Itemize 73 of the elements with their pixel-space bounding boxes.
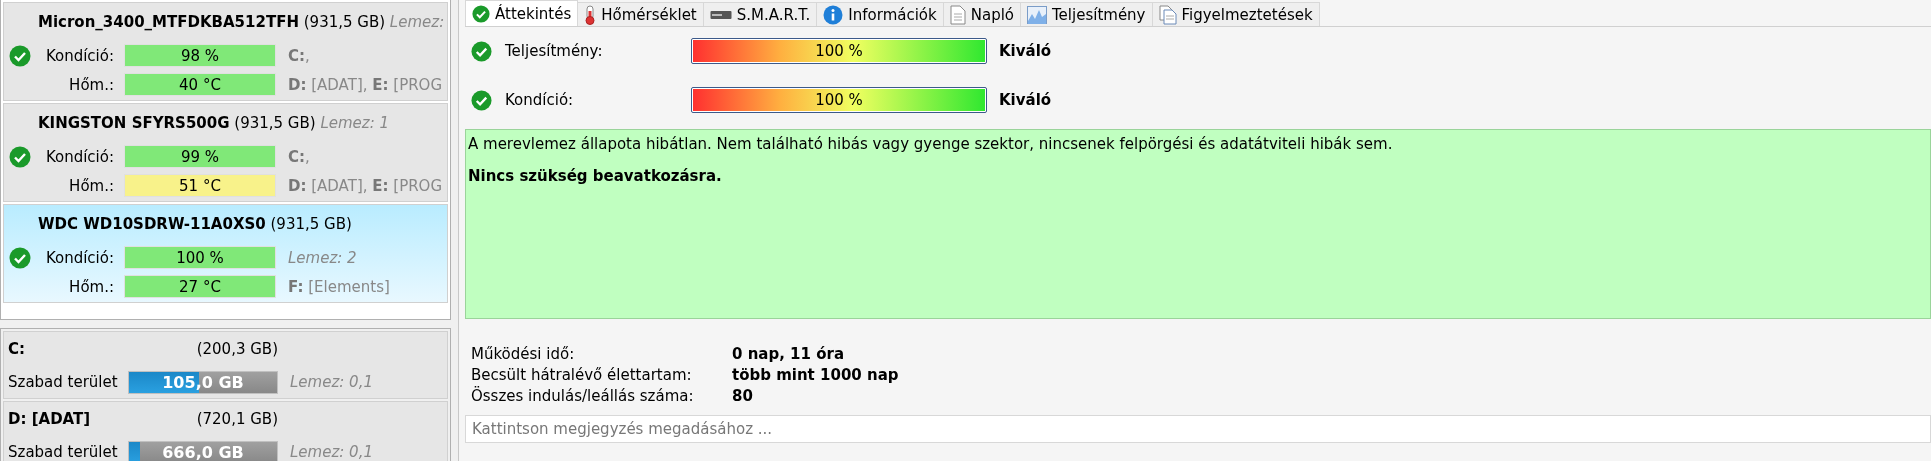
temperature-bar: 27 °C [124,275,276,298]
disk-number: Lemez: [389,13,445,31]
condition-label: Kondíció: [44,147,115,166]
tab[interactable]: S.M.A.R.T. [702,2,818,26]
status-advice: Nincs szükség beavatkozásra. [468,166,723,186]
document-icon [949,4,966,25]
partition-size: (720,1 GB) [195,410,278,428]
tab[interactable]: Áttekintés [465,0,579,26]
disk-name: Micron_3400_MTFDKBA512TFH [38,13,299,31]
condition-label: Kondíció: [44,46,115,65]
drive-letters: F: [Elements] [287,277,391,296]
stat-value: 0 nap, 11 óra [732,345,846,363]
check-icon [471,89,492,111]
partition-name: C: [7,340,26,358]
disk-card[interactable]: KINGSTON SFYRS500G (931,5 GB) Lemez: 1 Kondíció: 99 % C:, Hőm.: 51 °C D: [ADAT], E: [PROG [3,103,448,202]
tab[interactable]: Információk [816,2,944,26]
check-icon [471,40,492,62]
stat-value: 80 [732,387,754,405]
check-icon [9,246,31,269]
temperature-label: Hőm.: [68,277,115,296]
stat-label: Összes indulás/leállás száma: [471,387,695,405]
status-message: A merevlemez állapota hibátlan. Nem található hibás vagy gyenge szektor, nincsenek felpörgési és adatátviteli hibák sem. [468,134,1394,154]
documents-icon [1158,4,1177,25]
thermometer-icon [584,4,597,25]
disk-size: (931,5 GB) [270,215,352,233]
chart-icon [1027,5,1047,24]
drive-letters: D: [ADAT], E: [PROG [287,75,444,94]
partition-size: (200,3 GB) [195,340,278,358]
temperature-bar: 51 °C [124,174,276,197]
drive-letters: D: [ADAT], E: [PROG [287,176,444,195]
disk-number: Lemez: 1 [320,114,390,132]
score-rating: Kiváló [998,42,1053,60]
disk-card[interactable]: WDC WD10SDRW-11A0XS0 (931,5 GB) Kondíció: 100 % Lemez: 2 Hőm.: 27 °C F: [Elements] [3,204,448,303]
disk-number: Lemez: 0,1 [289,373,374,391]
free-space-label: Szabad terület [7,443,119,461]
temperature-label: Hőm.: [68,176,115,195]
info-icon [823,4,844,25]
condition-bar: 100 % [124,246,276,269]
metric-label: Kondíció: [505,91,575,109]
drive-icon [709,9,732,20]
metric-label: Teljesítmény: [505,42,604,60]
score-reading: 100 % [815,91,863,109]
free-space-label: Szabad terület [7,373,119,391]
tab[interactable]: Hőmérséklet [577,2,704,26]
disk-size: (931,5 GB) [234,114,316,132]
disk-card[interactable]: Micron_3400_MTFDKBA512TFH (931,5 GB) Lemez: Kondíció: 98 % C:, Hőm.: 40 °C D: [ADAT], E: [PROG [3,2,448,101]
drive-letters: C:, [287,147,311,166]
check-icon [9,44,31,67]
free-space-value: 105,0 GB [162,372,244,392]
tab[interactable]: Teljesítmény [1020,2,1153,26]
disk-size: (931,5 GB) [303,13,386,31]
stat-label: Működési idő: [471,345,576,363]
temperature-bar: 40 °C [124,73,276,96]
free-space-value: 666,0 GB [162,442,244,461]
disk-number: Lemez: 0,1 [289,443,374,461]
disk-number: Lemez: 2 [287,248,358,267]
disk-name: WDC WD10SDRW-11A0XS0 [38,215,266,233]
score-rating: Kiváló [998,91,1053,109]
partition-name: D: [ADAT] [7,410,92,428]
disk-name: KINGSTON SFYRS500G [38,114,230,132]
check-icon [472,4,490,23]
stat-label: Becsült hátralévő élettartam: [471,366,693,384]
note-field[interactable]: Kattintson megjegyzés megadásához ... [465,415,1931,443]
condition-bar: 98 % [124,44,276,67]
drive-letters: C:, [287,46,311,65]
temperature-label: Hőm.: [68,75,115,94]
condition-label: Kondíció: [44,248,115,267]
score-reading: 100 % [815,42,863,60]
stat-value: több mint 1000 nap [732,366,900,384]
condition-bar: 99 % [124,145,276,168]
tab[interactable]: Napló [942,2,1021,26]
check-icon [9,145,31,168]
tab[interactable]: Figyelmeztetések [1151,2,1320,26]
